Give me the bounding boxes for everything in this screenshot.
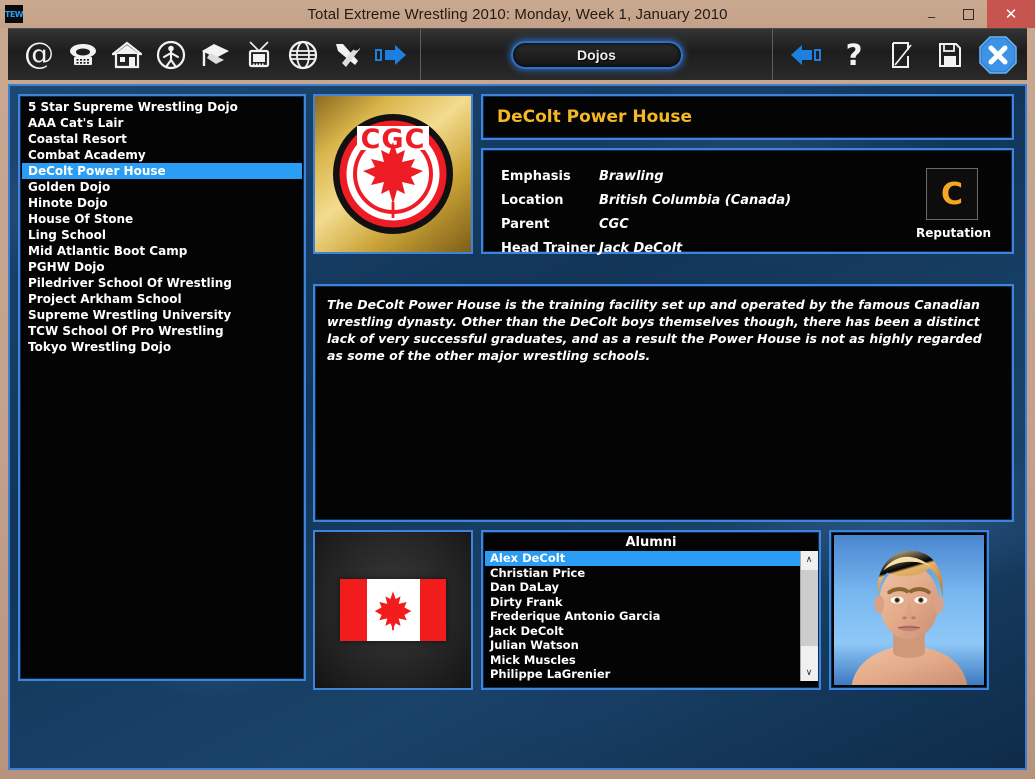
alex-decolt-portrait: [834, 535, 984, 685]
list-item[interactable]: House Of Stone: [22, 211, 302, 227]
list-item[interactable]: Frederique Antonio Garcia: [485, 609, 800, 624]
notes-icon[interactable]: [883, 33, 921, 77]
list-item[interactable]: Golden Dojo: [22, 179, 302, 195]
list-item[interactable]: Mick Muscles: [485, 653, 800, 668]
scrollbar-thumb[interactable]: [801, 570, 818, 646]
dojo-list[interactable]: 5 Star Supreme Wrestling Dojo AAA Cat's …: [18, 94, 306, 681]
application-window: TEW Total Extreme Wrestling 2010: Monday…: [0, 0, 1035, 779]
save-floppy-icon[interactable]: [931, 33, 969, 77]
flag-background: [315, 532, 471, 688]
list-item[interactable]: TCW School Of Pro Wrestling: [22, 323, 302, 339]
flag-left-band: [340, 579, 367, 641]
next-day-arrow-icon[interactable]: [372, 33, 410, 77]
dojo-info-panel: Emphasis Brawling Location British Colum…: [481, 148, 1014, 254]
back-arrow-icon[interactable]: [787, 33, 825, 77]
info-label: Location: [483, 193, 599, 208]
main-toolbar: @: [8, 28, 1027, 80]
minimize-button[interactable]: –: [913, 0, 950, 28]
tools-icon[interactable]: [328, 33, 366, 77]
company-logo-panel: CGC: [313, 94, 473, 254]
info-label: Emphasis: [483, 169, 599, 184]
exit-x-icon[interactable]: [979, 33, 1017, 77]
list-item[interactable]: Mid Atlantic Boot Camp: [22, 243, 302, 259]
list-item-selected[interactable]: Alex DeColt: [485, 551, 800, 566]
toolbar-right-group: ?: [773, 29, 1027, 80]
maximize-icon: [963, 9, 974, 20]
list-item[interactable]: Dan DaLay: [485, 580, 800, 595]
graduation-cap-icon[interactable]: [196, 33, 234, 77]
info-value: Brawling: [599, 169, 664, 184]
list-item[interactable]: Dirty Frank: [485, 595, 800, 610]
info-value: Jack DeColt: [599, 241, 682, 256]
list-item[interactable]: Piledriver School Of Wrestling: [22, 275, 302, 291]
alumni-scrollbar[interactable]: ∧ ∨: [800, 551, 817, 681]
title-bar: TEW Total Extreme Wrestling 2010: Monday…: [0, 0, 1035, 28]
country-flag-panel: [313, 530, 473, 690]
canada-flag-icon: [340, 579, 446, 641]
reputation-label: Reputation: [916, 226, 988, 240]
alumni-title: Alumni: [485, 534, 817, 551]
window-bottom-edge: [0, 770, 1035, 779]
reputation-block: C Reputation: [916, 168, 988, 240]
page-title-button[interactable]: Dojos: [511, 41, 683, 69]
list-item[interactable]: Jack DeColt: [485, 624, 800, 639]
scrollbar-track[interactable]: [801, 568, 818, 664]
list-item[interactable]: Coastal Resort: [22, 131, 302, 147]
toolbar-left-group: @: [8, 29, 421, 80]
alumni-panel: Alumni Alex DeColt Christian Price Dan D…: [481, 530, 821, 690]
list-item[interactable]: Hinote Dojo: [22, 195, 302, 211]
svg-text:@: @: [24, 40, 54, 70]
info-label: Head Trainer: [483, 241, 599, 256]
list-item[interactable]: AAA Cat's Lair: [22, 115, 302, 131]
flag-center-band: [367, 579, 420, 641]
list-item[interactable]: Project Arkham School: [22, 291, 302, 307]
alumni-list[interactable]: Alex DeColt Christian Price Dan DaLay Di…: [485, 551, 800, 681]
svg-text:?: ?: [846, 40, 863, 70]
television-icon[interactable]: [240, 33, 278, 77]
cgc-company-logo: CGC: [315, 96, 471, 252]
toolbar-center-group: Dojos: [421, 29, 773, 80]
maximize-button[interactable]: [950, 0, 987, 28]
help-question-icon[interactable]: ?: [835, 33, 873, 77]
list-item[interactable]: Christian Price: [485, 566, 800, 581]
scroll-up-icon[interactable]: ∧: [801, 551, 818, 568]
list-item[interactable]: Julian Watson: [485, 638, 800, 653]
list-item[interactable]: PGHW Dojo: [22, 259, 302, 275]
close-button[interactable]: ✕: [987, 0, 1035, 28]
info-value: CGC: [599, 217, 629, 232]
info-value: British Columbia (Canada): [599, 193, 791, 208]
list-item[interactable]: Philippe LaGrenier: [485, 667, 800, 681]
list-item[interactable]: Supreme Wrestling University: [22, 307, 302, 323]
status-badge: C: [926, 168, 978, 220]
page-title: DeColt Power House: [483, 107, 692, 127]
list-item[interactable]: Ling School: [22, 227, 302, 243]
flag-right-band: [420, 579, 447, 641]
app-icon: TEW: [5, 5, 23, 23]
portrait-svg: [834, 535, 984, 685]
window-controls: – ✕: [913, 0, 1035, 28]
list-item-selected[interactable]: DeColt Power House: [22, 163, 302, 179]
dojo-name-panel: DeColt Power House: [481, 94, 1014, 140]
alumni-body: Alex DeColt Christian Price Dan DaLay Di…: [485, 551, 817, 681]
list-item[interactable]: Tokyo Wrestling Dojo: [22, 339, 302, 355]
description-panel: The DeColt Power House is the training f…: [313, 284, 1014, 522]
main-content-area: 5 Star Supreme Wrestling Dojo AAA Cat's …: [8, 84, 1027, 770]
list-item[interactable]: 5 Star Supreme Wrestling Dojo: [22, 99, 302, 115]
cgc-logo-svg: CGC: [327, 108, 459, 240]
list-item[interactable]: Combat Academy: [22, 147, 302, 163]
description-text: The DeColt Power House is the training f…: [327, 296, 1000, 364]
home-icon[interactable]: [108, 33, 146, 77]
scroll-down-icon[interactable]: ∨: [801, 664, 818, 681]
globe-icon[interactable]: [284, 33, 322, 77]
window-title: Total Extreme Wrestling 2010: Monday, We…: [0, 6, 1035, 23]
worker-portrait-panel: [829, 530, 989, 690]
roster-person-icon[interactable]: [152, 33, 190, 77]
info-label: Parent: [483, 217, 599, 232]
email-icon[interactable]: @: [20, 33, 58, 77]
maple-leaf-icon: [374, 588, 412, 632]
telephone-icon[interactable]: [64, 33, 102, 77]
